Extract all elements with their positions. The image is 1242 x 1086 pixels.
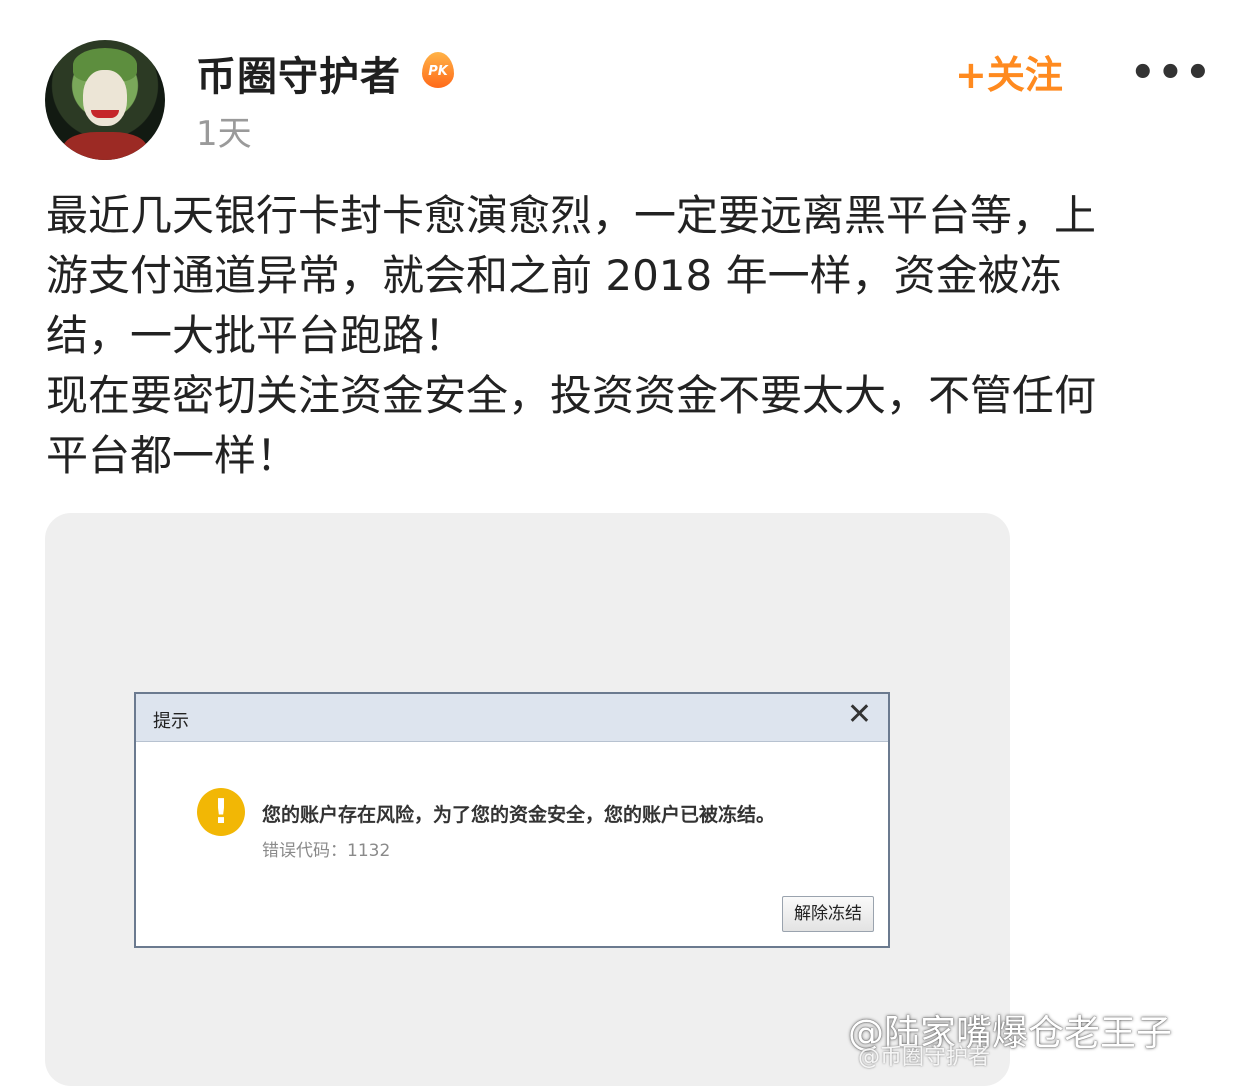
error-code: 错误代码：1132 <box>262 841 391 861</box>
dialog-title: 提示 <box>153 711 189 732</box>
post-text: 最近几天银行卡封卡愈演愈烈，一定要远离黑平台等，上 游支付通道异常，就会和之前 … <box>46 191 1097 480</box>
alert-dialog: 提示 ✕ ! 您的账户存在风险，为了您的资金安全，您的账户已被冻结。 错误代码：… <box>134 692 890 948</box>
author-name[interactable]: 币圈守护者 <box>196 44 401 102</box>
avatar-mouth <box>91 110 119 118</box>
dialog-message: 您的账户存在风险，为了您的资金安全，您的账户已被冻结。 <box>262 804 776 826</box>
user-avatar[interactable] <box>45 40 165 160</box>
warning-icon: ! <box>197 788 245 836</box>
post-time: 1天 <box>196 114 252 154</box>
pk-badge-icon: PK <box>422 52 454 88</box>
close-icon[interactable]: ✕ <box>847 700 872 730</box>
avatar-coat <box>63 132 147 160</box>
more-options-icon[interactable]: ••• <box>1130 50 1213 96</box>
follow-button[interactable]: +关注 <box>955 44 1063 99</box>
unfreeze-button[interactable]: 解除冻结 <box>782 896 874 932</box>
dialog-header: 提示 ✕ <box>136 694 888 742</box>
watermark-sub: @币圈守护者 <box>858 1045 991 1070</box>
